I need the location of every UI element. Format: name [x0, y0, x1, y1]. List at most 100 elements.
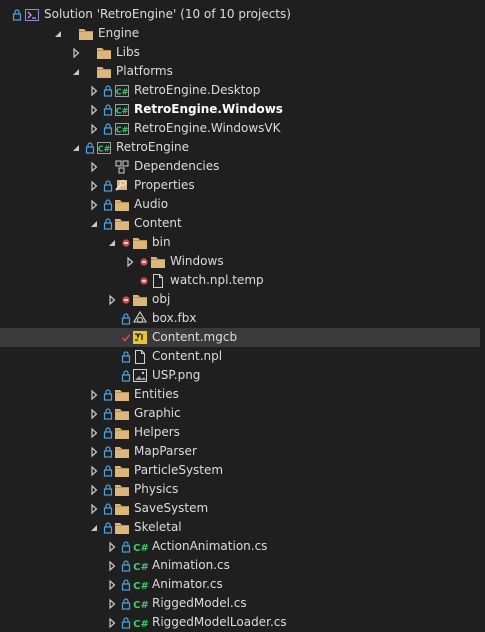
tree-row-folder-savesystem[interactable]: SaveSystem	[0, 499, 480, 518]
expanded-arrow-icon[interactable]	[89, 214, 99, 233]
tree-row-solution-node[interactable]: Solution 'RetroEngine' (10 of 10 project…	[0, 5, 480, 24]
tree-row-folder-platforms[interactable]: Platforms	[0, 62, 480, 81]
expanded-arrow-icon[interactable]	[71, 62, 81, 81]
svg-text:C#: C#	[116, 107, 129, 116]
tree-row-file-box-fbx[interactable]: box.fbx	[0, 309, 480, 328]
tree-row-folder-windows[interactable]: Windows	[0, 252, 480, 271]
svg-text:C#: C#	[133, 619, 149, 630]
expanded-arrow-icon[interactable]	[53, 24, 63, 43]
collapsed-arrow-icon[interactable]	[89, 442, 99, 461]
source-control-lock-icon	[85, 138, 95, 157]
collapsed-arrow-icon[interactable]	[89, 499, 99, 518]
tree-row-label: RiggedModelLoader.cs	[152, 615, 287, 629]
folder-icon	[114, 214, 130, 233]
tree-row-label: bin	[152, 235, 171, 249]
tree-row-folder-particlesystem[interactable]: ParticleSystem	[0, 461, 480, 480]
tree-row-label: Physics	[134, 482, 179, 496]
collapsed-arrow-icon[interactable]	[89, 157, 99, 176]
tree-row-project-retroengine-windowsvk[interactable]: C# RetroEngine.WindowsVK	[0, 119, 480, 138]
mgcb-icon	[132, 328, 148, 347]
expanded-arrow-icon[interactable]	[89, 518, 99, 537]
folder-icon	[132, 233, 148, 252]
folder-icon	[96, 62, 112, 81]
collapsed-arrow-icon[interactable]	[107, 594, 117, 613]
tree-row-folder-graphic[interactable]: Graphic	[0, 404, 480, 423]
tree-row-project-retroengine[interactable]: C# RetroEngine	[0, 138, 480, 157]
cs-file-icon: C#	[132, 613, 149, 632]
source-control-lock-icon	[103, 518, 113, 537]
svg-text:C#: C#	[133, 562, 149, 573]
tree-row-folder-mapparser[interactable]: MapParser	[0, 442, 480, 461]
collapsed-arrow-icon[interactable]	[71, 43, 81, 62]
collapsed-arrow-icon[interactable]	[89, 461, 99, 480]
tree-row-node-dependencies[interactable]: Dependencies	[0, 157, 480, 176]
collapsed-arrow-icon[interactable]	[107, 556, 117, 575]
collapsed-arrow-icon[interactable]	[89, 176, 99, 195]
collapsed-arrow-icon[interactable]	[89, 480, 99, 499]
tree-row-folder-engine[interactable]: Engine	[0, 24, 480, 43]
svg-text:C#: C#	[116, 88, 129, 97]
folder-icon	[114, 195, 130, 214]
tree-row-folder-obj[interactable]: obj	[0, 290, 480, 309]
source-control-lock-icon	[103, 499, 113, 518]
tree-row-file-riggedmodelloader-cs[interactable]: C# RiggedModelLoader.cs	[0, 613, 480, 632]
source-control-lock-icon	[121, 347, 131, 366]
tree-row-label: Libs	[116, 45, 140, 59]
folder-icon	[114, 461, 130, 480]
tree-row-node-properties[interactable]: Properties	[0, 176, 480, 195]
tree-row-folder-audio[interactable]: Audio	[0, 195, 480, 214]
vertical-scrollbar[interactable]	[481, 0, 485, 632]
tree-row-file-animation-cs[interactable]: C# Animation.cs	[0, 556, 480, 575]
tree-row-folder-bin[interactable]: bin	[0, 233, 480, 252]
tree-row-file-actionanimation-cs[interactable]: C# ActionAnimation.cs	[0, 537, 480, 556]
tree-row-file-riggedmodel-cs[interactable]: C# RiggedModel.cs	[0, 594, 480, 613]
tree-row-label: RetroEngine.Windows	[134, 102, 283, 116]
tree-row-label: Skeletal	[134, 520, 182, 534]
solution-explorer-tree: Solution 'RetroEngine' (10 of 10 project…	[0, 5, 480, 632]
expanded-arrow-icon[interactable]	[71, 138, 81, 157]
folder-icon	[114, 499, 130, 518]
tree-row-label: Animator.cs	[152, 577, 223, 591]
tree-row-folder-skeletal[interactable]: Skeletal	[0, 518, 480, 537]
source-control-lock-icon	[121, 537, 131, 556]
tree-row-label: ParticleSystem	[134, 463, 224, 477]
tree-row-folder-physics[interactable]: Physics	[0, 480, 480, 499]
collapsed-arrow-icon[interactable]	[125, 252, 135, 271]
collapsed-arrow-icon[interactable]	[89, 119, 99, 138]
collapsed-arrow-icon[interactable]	[89, 385, 99, 404]
source-control-lock-icon	[103, 214, 113, 233]
collapsed-arrow-icon[interactable]	[89, 100, 99, 119]
source-control-lock-icon	[121, 309, 131, 328]
tree-row-file-usp-png[interactable]: USP.png	[0, 366, 480, 385]
tree-row-file-animator-cs[interactable]: C# Animator.cs	[0, 575, 480, 594]
collapsed-arrow-icon[interactable]	[89, 195, 99, 214]
collapsed-arrow-icon[interactable]	[107, 613, 117, 632]
folder-icon	[132, 290, 148, 309]
cs-file-icon: C#	[132, 537, 149, 556]
tree-row-folder-libs[interactable]: Libs	[0, 43, 480, 62]
tree-row-folder-helpers[interactable]: Helpers	[0, 423, 480, 442]
tree-row-label: ActionAnimation.cs	[152, 539, 268, 553]
tree-row-label: Windows	[170, 254, 224, 268]
expanded-arrow-icon[interactable]	[107, 233, 117, 252]
fbx-icon	[132, 309, 148, 328]
source-control-lock-icon	[121, 556, 131, 575]
collapsed-arrow-icon[interactable]	[107, 290, 117, 309]
tree-row-folder-entities[interactable]: Entities	[0, 385, 480, 404]
folder-icon	[114, 423, 130, 442]
svg-text:C#: C#	[116, 126, 129, 135]
cs-file-icon: C#	[132, 594, 149, 613]
source-control-lock-icon	[103, 423, 113, 442]
tree-row-file-watch-npl-temp[interactable]: watch.npl.temp	[0, 271, 480, 290]
collapsed-arrow-icon[interactable]	[89, 81, 99, 100]
collapsed-arrow-icon[interactable]	[89, 404, 99, 423]
tree-row-project-retroengine-desktop[interactable]: C# RetroEngine.Desktop	[0, 81, 480, 100]
collapsed-arrow-icon[interactable]	[107, 575, 117, 594]
dependencies-icon	[114, 157, 130, 176]
tree-row-file-content-npl[interactable]: Content.npl	[0, 347, 480, 366]
tree-row-folder-content[interactable]: Content	[0, 214, 480, 233]
collapsed-arrow-icon[interactable]	[107, 537, 117, 556]
tree-row-file-content-mgcb[interactable]: Content.mgcb	[0, 328, 480, 347]
collapsed-arrow-icon[interactable]	[89, 423, 99, 442]
tree-row-project-retroengine-windows[interactable]: C# RetroEngine.Windows	[0, 100, 480, 119]
